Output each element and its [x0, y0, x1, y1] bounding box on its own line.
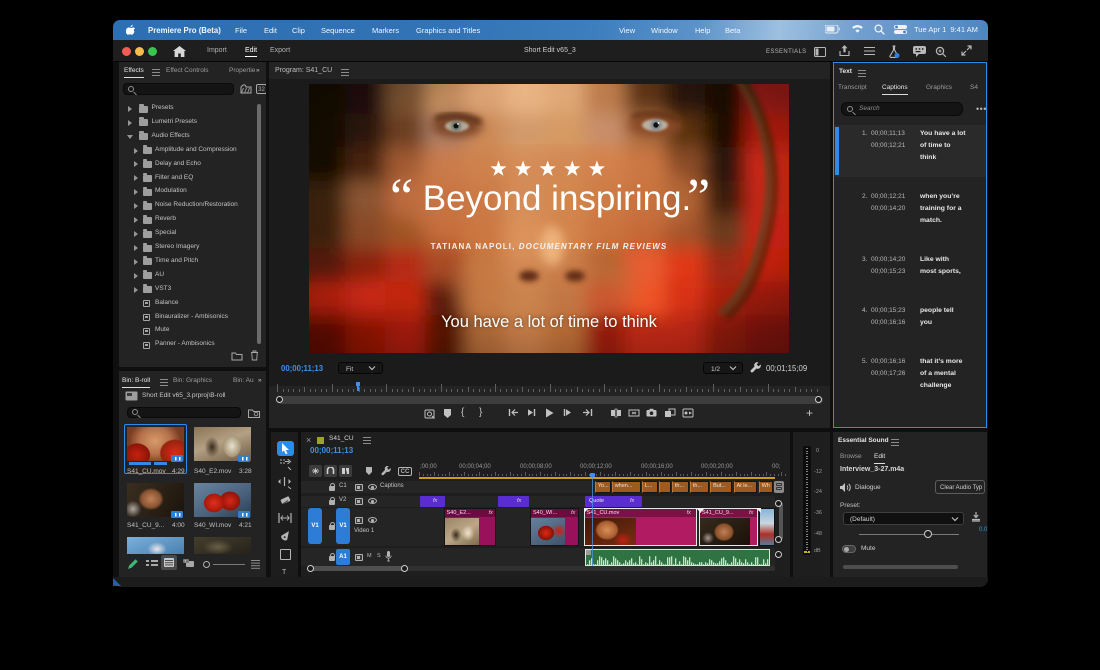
svg-text:32: 32: [258, 87, 265, 93]
